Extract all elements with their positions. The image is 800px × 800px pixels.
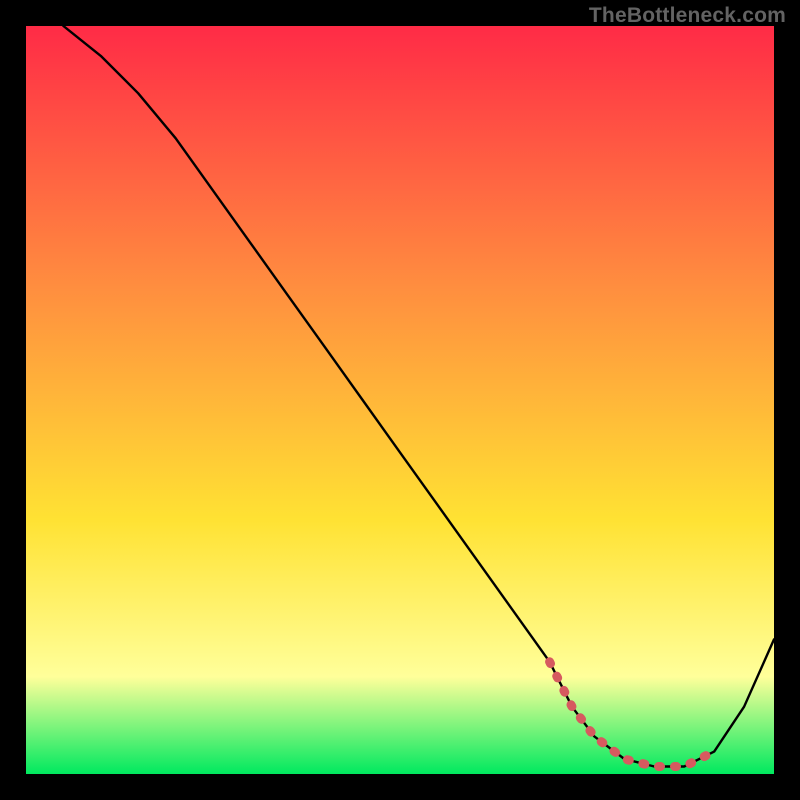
chart-stage: TheBottleneck.com bbox=[0, 0, 800, 800]
bottleneck-chart bbox=[26, 26, 774, 774]
gradient-panel bbox=[26, 26, 774, 774]
watermark-text: TheBottleneck.com bbox=[589, 4, 786, 28]
